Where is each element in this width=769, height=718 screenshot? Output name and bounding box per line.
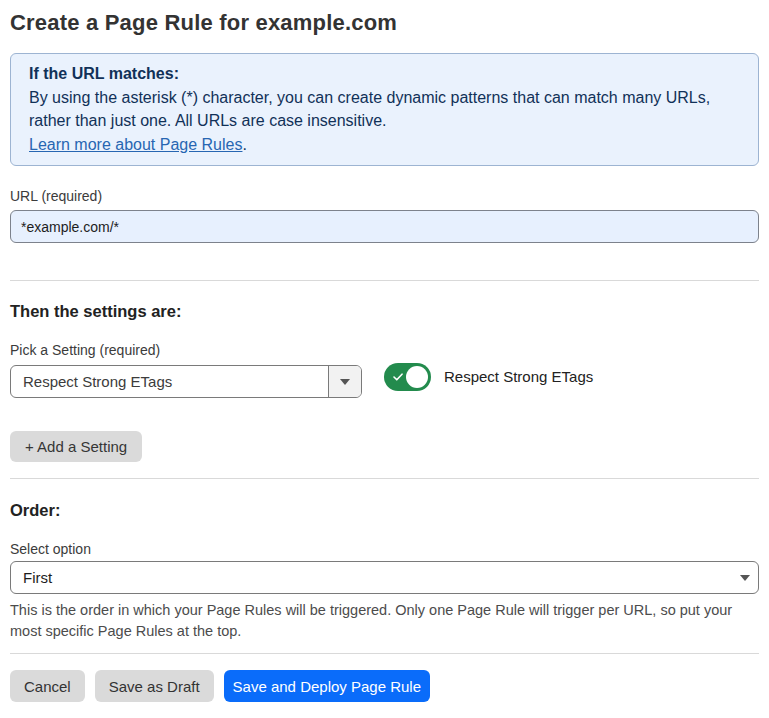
cancel-button[interactable]: Cancel: [10, 670, 85, 702]
setting-row: Respect Strong ETags Respect Strong ETag…: [10, 365, 759, 398]
info-box: If the URL matches: By using the asteris…: [10, 53, 759, 166]
order-heading: Order:: [10, 501, 759, 520]
order-select[interactable]: First: [10, 561, 759, 594]
action-buttons: Cancel Save as Draft Save and Deploy Pag…: [10, 670, 759, 702]
url-label: URL (required): [10, 188, 759, 204]
save-draft-button[interactable]: Save as Draft: [95, 670, 214, 702]
divider-settings-order: [10, 478, 759, 479]
url-input[interactable]: [10, 210, 759, 243]
select-chevron-icon: [740, 575, 750, 581]
etags-toggle[interactable]: [384, 363, 431, 391]
select-option-label: Select option: [10, 541, 759, 557]
learn-more-link[interactable]: Learn more about Page Rules: [29, 136, 242, 153]
setting-dropdown[interactable]: Respect Strong ETags: [10, 365, 362, 398]
add-setting-button[interactable]: + Add a Setting: [10, 431, 142, 462]
divider-url-settings: [10, 280, 759, 281]
order-select-value: First: [11, 569, 740, 586]
dropdown-arrow-button[interactable]: [328, 366, 361, 397]
pick-setting-label: Pick a Setting (required): [10, 342, 759, 358]
toggle-label: Respect Strong ETags: [444, 368, 593, 385]
page-title: Create a Page Rule for example.com: [10, 0, 759, 36]
setting-dropdown-value: Respect Strong ETags: [11, 373, 328, 390]
link-suffix: .: [242, 136, 246, 153]
save-deploy-button[interactable]: Save and Deploy Page Rule: [224, 670, 430, 702]
chevron-down-icon: [340, 379, 350, 385]
toggle-knob: [406, 366, 428, 388]
divider-help-actions: [10, 653, 759, 654]
info-box-link-line: Learn more about Page Rules.: [29, 133, 740, 157]
check-icon: [393, 373, 403, 381]
settings-heading: Then the settings are:: [10, 302, 759, 321]
order-help-text: This is the order in which your Page Rul…: [10, 600, 759, 642]
info-box-body: By using the asterisk (*) character, you…: [29, 86, 729, 133]
info-box-heading: If the URL matches:: [29, 62, 740, 86]
